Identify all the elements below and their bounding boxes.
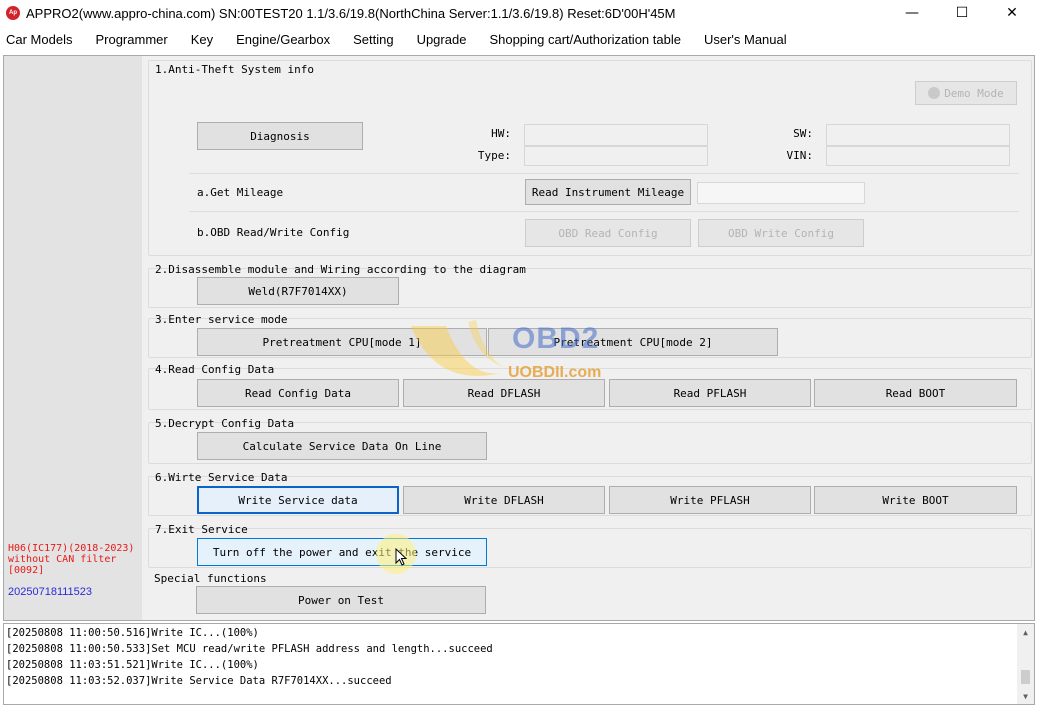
weld-button[interactable]: Weld(R7F7014XX): [197, 277, 399, 305]
section-title: 3.Enter service mode: [155, 313, 288, 326]
model-date-label: 20250718111523: [8, 586, 93, 598]
read-dflash-button[interactable]: Read DFLASH: [403, 379, 605, 407]
section-title: Special functions: [154, 572, 267, 585]
read-config-data-button[interactable]: Read Config Data: [197, 379, 399, 407]
window-controls: — ☐ ✕: [887, 0, 1037, 26]
menu-bar: Car Models Programmer Key Engine/Gearbox…: [0, 28, 1037, 50]
log-scrollbar[interactable]: ▲ ▼: [1017, 624, 1034, 704]
pretreatment-mode1-button[interactable]: Pretreatment CPU[mode 1]: [197, 328, 487, 356]
write-pflash-button[interactable]: Write PFLASH: [609, 486, 811, 514]
log-line: [20250808 11:03:51.521]Write IC...(100%): [6, 659, 259, 671]
section-special-functions: Special functions Power on Test: [148, 572, 1032, 618]
hw-label: HW:: [491, 127, 511, 140]
row-divider: [189, 173, 1019, 174]
section-decrypt-config-data: 5.Decrypt Config Data Calculate Service …: [148, 417, 1032, 464]
demo-mode-button[interactable]: Demo Mode: [915, 81, 1017, 105]
demo-mode-indicator-icon: [928, 87, 941, 99]
selected-model-label: H06(IC177)(2018-2023) without CAN filter…: [8, 543, 135, 576]
obd-read-config-button[interactable]: OBD Read Config: [525, 219, 691, 247]
section-title: 5.Decrypt Config Data: [155, 417, 295, 430]
section-enter-service-mode: 3.Enter service mode Pretreatment CPU[mo…: [148, 313, 1032, 358]
power-on-test-button[interactable]: Power on Test: [196, 586, 486, 614]
diagnosis-button[interactable]: Diagnosis: [197, 122, 363, 150]
read-instrument-mileage-button[interactable]: Read Instrument Mileage: [525, 179, 691, 205]
car-model-sidebar: H06(IC177)(2018-2023) without CAN filter…: [4, 56, 142, 620]
log-line: [20250808 11:03:52.037]Write Service Dat…: [6, 675, 392, 687]
vin-label: VIN:: [786, 149, 814, 162]
menu-car-models[interactable]: Car Models: [0, 32, 78, 47]
main-frame: H06(IC177)(2018-2023) without CAN filter…: [3, 55, 1035, 621]
window-title: APPRO2(www.appro-china.com) SN:00TEST20 …: [26, 5, 676, 21]
get-mileage-label: a.Get Mileage: [197, 186, 284, 199]
section-title: 6.Wirte Service Data: [155, 471, 288, 484]
menu-engine-gearbox[interactable]: Engine/Gearbox: [230, 32, 336, 47]
obd-write-config-button[interactable]: OBD Write Config: [698, 219, 864, 247]
menu-programmer[interactable]: Programmer: [89, 32, 173, 47]
log-panel[interactable]: [20250808 11:00:50.516]Write IC...(100%)…: [3, 623, 1035, 705]
calculate-service-data-button[interactable]: Calculate Service Data On Line: [197, 432, 487, 460]
hw-field: [524, 124, 708, 146]
section-title: 7.Exit Service: [155, 523, 248, 536]
scroll-up-icon[interactable]: ▲: [1017, 624, 1034, 640]
vin-field: [826, 146, 1010, 166]
write-boot-button[interactable]: Write BOOT: [814, 486, 1017, 514]
close-button[interactable]: ✕: [987, 0, 1037, 26]
menu-key[interactable]: Key: [185, 32, 219, 47]
type-label: Type:: [477, 149, 511, 162]
log-line: [20250808 11:00:50.533]Set MCU read/writ…: [6, 643, 493, 655]
section-disassemble-wiring: 2.Disassemble module and Wiring accordin…: [148, 263, 1032, 308]
sw-field: [826, 124, 1010, 146]
section-anti-theft-info: 1.Anti-Theft System info Demo Mode Diagn…: [148, 60, 1032, 256]
obd-config-label: b.OBD Read/Write Config: [197, 226, 350, 239]
section-title: 4.Read Config Data: [155, 363, 275, 376]
minimize-button[interactable]: —: [887, 0, 937, 26]
menu-setting[interactable]: Setting: [347, 32, 399, 47]
log-line: [20250808 11:00:50.516]Write IC...(100%): [6, 627, 259, 639]
section-title: 2.Disassemble module and Wiring accordin…: [155, 263, 526, 276]
scroll-thumb[interactable]: [1021, 670, 1030, 684]
app-logo-icon: Ap: [6, 6, 20, 20]
read-boot-button[interactable]: Read BOOT: [814, 379, 1017, 407]
section-exit-service: 7.Exit Service Turn off the power and ex…: [148, 523, 1032, 568]
write-dflash-button[interactable]: Write DFLASH: [403, 486, 605, 514]
section-read-config-data: 4.Read Config Data Read Config Data Read…: [148, 363, 1032, 410]
read-pflash-button[interactable]: Read PFLASH: [609, 379, 811, 407]
section-write-service-data: 6.Wirte Service Data Write Service data …: [148, 471, 1032, 516]
scroll-down-icon[interactable]: ▼: [1017, 688, 1034, 704]
title-bar: Ap APPRO2(www.appro-china.com) SN:00TEST…: [0, 0, 1037, 26]
menu-shopping-cart[interactable]: Shopping cart/Authorization table: [483, 32, 687, 47]
exit-service-button[interactable]: Turn off the power and exit the service: [197, 538, 487, 566]
menu-upgrade[interactable]: Upgrade: [411, 32, 473, 47]
procedure-panel: 1.Anti-Theft System info Demo Mode Diagn…: [144, 56, 1034, 620]
mouse-cursor-icon: [395, 548, 407, 566]
maximize-button[interactable]: ☐: [937, 0, 987, 26]
pretreatment-mode2-button[interactable]: Pretreatment CPU[mode 2]: [488, 328, 778, 356]
mileage-field: [697, 182, 865, 204]
write-service-data-button[interactable]: Write Service data: [197, 486, 399, 514]
menu-users-manual[interactable]: User's Manual: [698, 32, 793, 47]
row-divider: [189, 211, 1019, 212]
sw-label: SW:: [793, 127, 813, 140]
section-title: 1.Anti-Theft System info: [155, 63, 314, 76]
type-field: [524, 146, 708, 166]
